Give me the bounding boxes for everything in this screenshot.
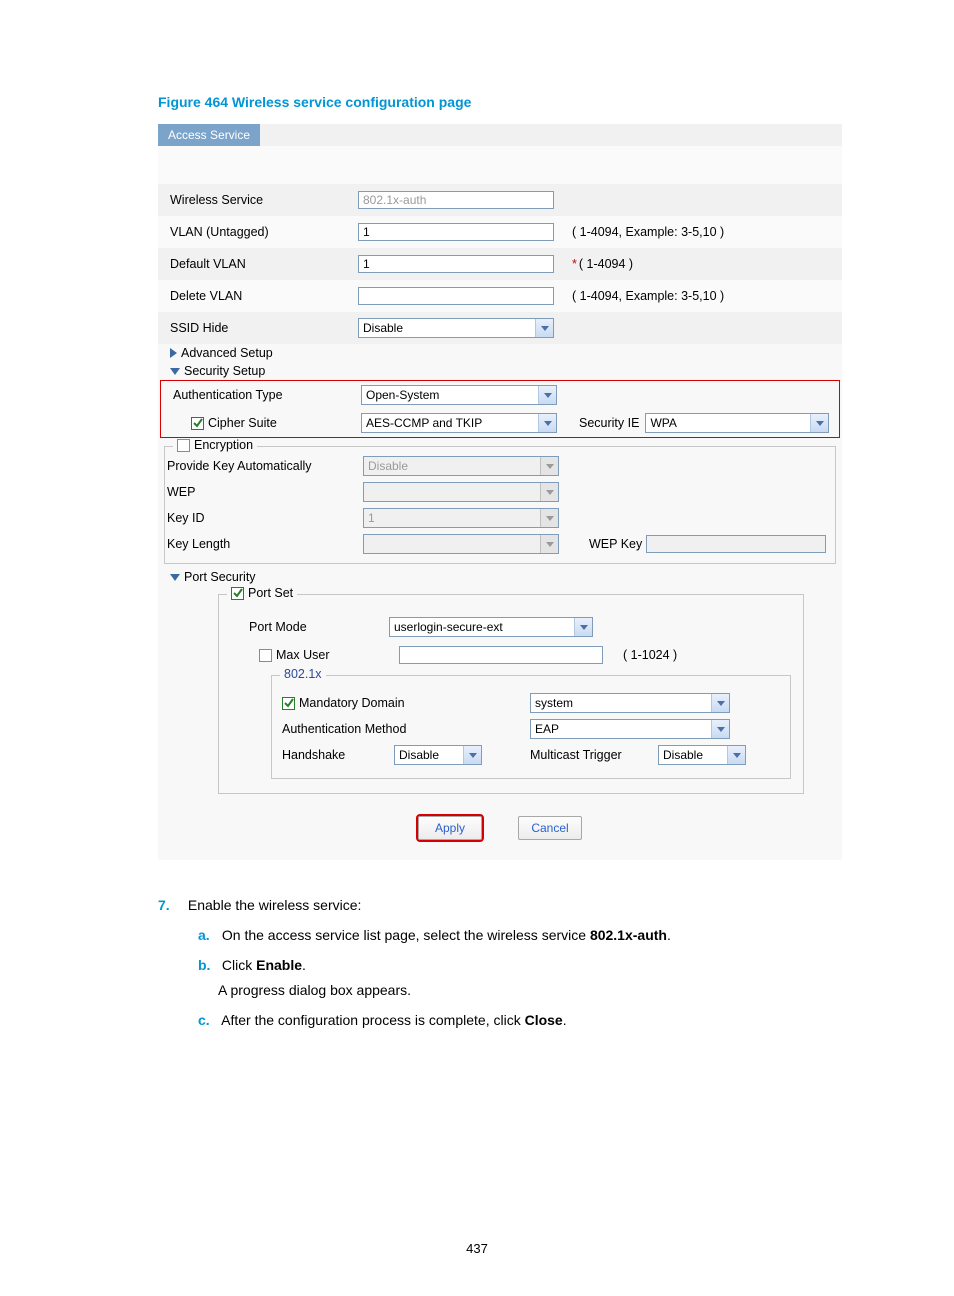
substep-c-letter: c. bbox=[198, 1009, 218, 1033]
label-cipher-suite: Cipher Suite bbox=[173, 416, 361, 430]
label-wep-key: WEP Key bbox=[589, 537, 642, 551]
label-security-ie: Security IE bbox=[579, 416, 639, 430]
label-provide-key: Provide Key Automatically bbox=[167, 459, 363, 473]
triangle-down-icon bbox=[170, 574, 180, 581]
select-mandatory-domain[interactable]: system bbox=[530, 693, 730, 713]
toggle-advanced-setup[interactable]: Advanced Setup bbox=[158, 344, 842, 362]
checkbox-port-set[interactable] bbox=[231, 587, 244, 600]
substep-b-extra: A progress dialog box appears. bbox=[218, 979, 844, 1003]
legend-8021x: 802.1x bbox=[280, 667, 326, 681]
label-wep: WEP bbox=[167, 485, 363, 499]
substep-a-text: On the access service list page, select … bbox=[222, 927, 671, 943]
label-multicast-trigger: Multicast Trigger bbox=[530, 748, 622, 762]
substep-b-letter: b. bbox=[198, 954, 218, 978]
label-max-user: Max User bbox=[231, 648, 399, 662]
substep-c-text: After the configuration process is compl… bbox=[221, 1012, 566, 1028]
select-provide-key[interactable]: Disable bbox=[363, 456, 559, 476]
step-text: Enable the wireless service: bbox=[188, 897, 362, 913]
label-mandatory-domain: Mandatory Domain bbox=[299, 696, 405, 710]
hint-max-user: ( 1-1024 ) bbox=[623, 648, 677, 662]
input-vlan-untagged[interactable] bbox=[358, 223, 554, 241]
config-panel: Access Service Wireless Service VLAN (Un… bbox=[158, 124, 842, 860]
legend-port-set: Port Set bbox=[227, 586, 297, 600]
chevron-down-icon bbox=[463, 746, 481, 764]
input-default-vlan[interactable] bbox=[358, 255, 554, 273]
label-handshake: Handshake bbox=[282, 748, 345, 762]
step-number: 7. bbox=[158, 894, 184, 918]
hint-default-vlan: *( 1-4094 ) bbox=[572, 257, 633, 271]
label-vlan-untagged: VLAN (Untagged) bbox=[170, 225, 358, 239]
checkbox-max-user[interactable] bbox=[259, 649, 272, 662]
label-port-mode: Port Mode bbox=[231, 620, 389, 634]
select-port-mode[interactable]: userlogin-secure-ext bbox=[389, 617, 593, 637]
chevron-down-icon bbox=[711, 694, 729, 712]
select-handshake[interactable]: Disable bbox=[394, 745, 482, 765]
apply-button[interactable]: Apply bbox=[418, 816, 482, 840]
port-set-box: Port Set Port Mode userlogin-secure-ext … bbox=[218, 594, 804, 794]
label-auth-method: Authentication Method bbox=[282, 722, 406, 736]
toggle-port-security[interactable]: Port Security bbox=[158, 568, 842, 586]
select-key-id[interactable]: 1 bbox=[363, 508, 559, 528]
toggle-security-setup[interactable]: Security Setup bbox=[158, 362, 842, 380]
label-wireless-service: Wireless Service bbox=[170, 193, 358, 207]
chevron-down-icon bbox=[540, 457, 558, 475]
checkbox-cipher-suite[interactable] bbox=[191, 417, 204, 430]
substep-a-letter: a. bbox=[198, 924, 218, 948]
select-auth-type[interactable]: Open-System bbox=[361, 385, 557, 405]
chevron-down-icon bbox=[540, 535, 558, 553]
label-default-vlan: Default VLAN bbox=[170, 257, 358, 271]
chevron-down-icon bbox=[574, 618, 592, 636]
substep-b-text: Click Enable. bbox=[222, 957, 306, 973]
input-delete-vlan[interactable] bbox=[358, 287, 554, 305]
chevron-down-icon bbox=[711, 720, 729, 738]
checkbox-mandatory-domain[interactable] bbox=[282, 697, 295, 710]
input-wireless-service[interactable] bbox=[358, 191, 554, 209]
select-key-length[interactable] bbox=[363, 534, 559, 554]
select-wep[interactable] bbox=[363, 482, 559, 502]
triangle-down-icon bbox=[170, 368, 180, 375]
legend-encryption: Encryption bbox=[173, 438, 257, 452]
chevron-down-icon bbox=[535, 319, 553, 337]
label-key-length: Key Length bbox=[167, 537, 363, 551]
input-wep-key[interactable] bbox=[646, 535, 826, 553]
chevron-down-icon bbox=[540, 483, 558, 501]
tab-bar: Access Service bbox=[158, 124, 842, 146]
select-multicast-trigger[interactable]: Disable bbox=[658, 745, 746, 765]
checkbox-encryption[interactable] bbox=[177, 439, 190, 452]
figure-title: Figure 464 Wireless service configuratio… bbox=[158, 94, 844, 110]
select-ssid-hide[interactable]: Disable bbox=[358, 318, 554, 338]
select-security-ie[interactable]: WPA bbox=[645, 413, 829, 433]
chevron-down-icon bbox=[538, 414, 556, 432]
label-auth-type: Authentication Type bbox=[173, 388, 361, 402]
hint-vlan-untagged: ( 1-4094, Example: 3-5,10 ) bbox=[572, 225, 724, 239]
label-key-id: Key ID bbox=[167, 511, 363, 525]
chevron-down-icon bbox=[810, 414, 828, 432]
cancel-button[interactable]: Cancel bbox=[518, 816, 582, 840]
triangle-right-icon bbox=[170, 348, 177, 358]
chevron-down-icon bbox=[540, 509, 558, 527]
dot1x-box: 802.1x Mandatory Domain system bbox=[271, 675, 791, 779]
instruction-block: 7. Enable the wireless service: a. On th… bbox=[158, 894, 844, 1033]
select-cipher-suite[interactable]: AES-CCMP and TKIP bbox=[361, 413, 557, 433]
select-auth-method[interactable]: EAP bbox=[530, 719, 730, 739]
hint-delete-vlan: ( 1-4094, Example: 3-5,10 ) bbox=[572, 289, 724, 303]
label-ssid-hide: SSID Hide bbox=[170, 321, 358, 335]
label-delete-vlan: Delete VLAN bbox=[170, 289, 358, 303]
input-max-user[interactable] bbox=[399, 646, 603, 664]
tab-access-service[interactable]: Access Service bbox=[158, 124, 260, 146]
page-number: 437 bbox=[0, 1241, 954, 1256]
chevron-down-icon bbox=[727, 746, 745, 764]
chevron-down-icon bbox=[538, 386, 556, 404]
